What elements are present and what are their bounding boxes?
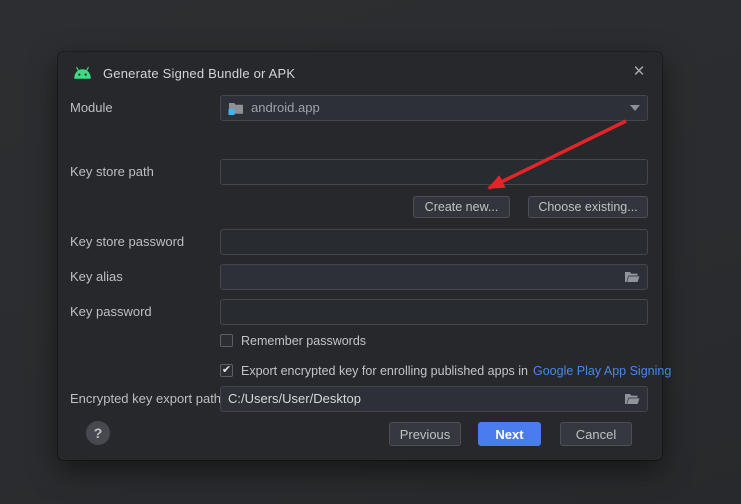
remember-passwords-row: Remember passwords [220, 333, 366, 348]
module-select[interactable]: android.app [220, 95, 648, 121]
key-password-label: Key password [70, 299, 152, 325]
key-password-input[interactable] [220, 299, 648, 325]
close-icon[interactable]: ✕ [628, 60, 650, 82]
export-encrypted-key-label: Export encrypted key for enrolling publi… [241, 364, 528, 378]
export-encrypted-key-row: ✔ Export encrypted key for enrolling pub… [220, 363, 671, 378]
key-store-password-label: Key store password [70, 229, 184, 255]
dialog-title: Generate Signed Bundle or APK [103, 66, 295, 81]
key-store-path-input[interactable] [220, 159, 648, 185]
generate-signed-bundle-dialog: Generate Signed Bundle or APK ✕ Module a… [58, 52, 662, 460]
encrypted-key-export-path-label: Encrypted key export path [70, 386, 221, 412]
key-alias-label: Key alias [70, 264, 123, 290]
key-alias-browse-button[interactable] [624, 271, 640, 283]
create-new-button[interactable]: Create new... [413, 196, 510, 218]
android-icon [72, 66, 93, 80]
key-store-password-input[interactable] [220, 229, 648, 255]
google-play-app-signing-link[interactable]: Google Play App Signing [533, 364, 671, 378]
export-encrypted-key-checkbox[interactable]: ✔ [220, 364, 233, 377]
export-path-browse-button[interactable] [624, 393, 640, 405]
help-button[interactable]: ? [86, 421, 110, 445]
encrypted-key-export-path-value: C:/Users/User/Desktop [228, 387, 617, 411]
module-value: android.app [251, 96, 623, 120]
cancel-button[interactable]: Cancel [560, 422, 632, 446]
chevron-down-icon[interactable] [630, 105, 640, 111]
encrypted-key-export-path-input[interactable]: C:/Users/User/Desktop [220, 386, 648, 412]
remember-passwords-checkbox[interactable] [220, 334, 233, 347]
folder-open-icon [624, 271, 640, 283]
dialog-header: Generate Signed Bundle or APK [72, 63, 295, 83]
key-alias-input[interactable] [220, 264, 648, 290]
choose-existing-button[interactable]: Choose existing... [528, 196, 648, 218]
folder-open-icon [624, 393, 640, 405]
module-folder-icon [228, 101, 244, 115]
previous-button[interactable]: Previous [389, 422, 461, 446]
remember-passwords-label: Remember passwords [241, 334, 366, 348]
next-button[interactable]: Next [478, 422, 541, 446]
module-label: Module [70, 95, 113, 121]
key-store-path-label: Key store path [70, 159, 154, 185]
